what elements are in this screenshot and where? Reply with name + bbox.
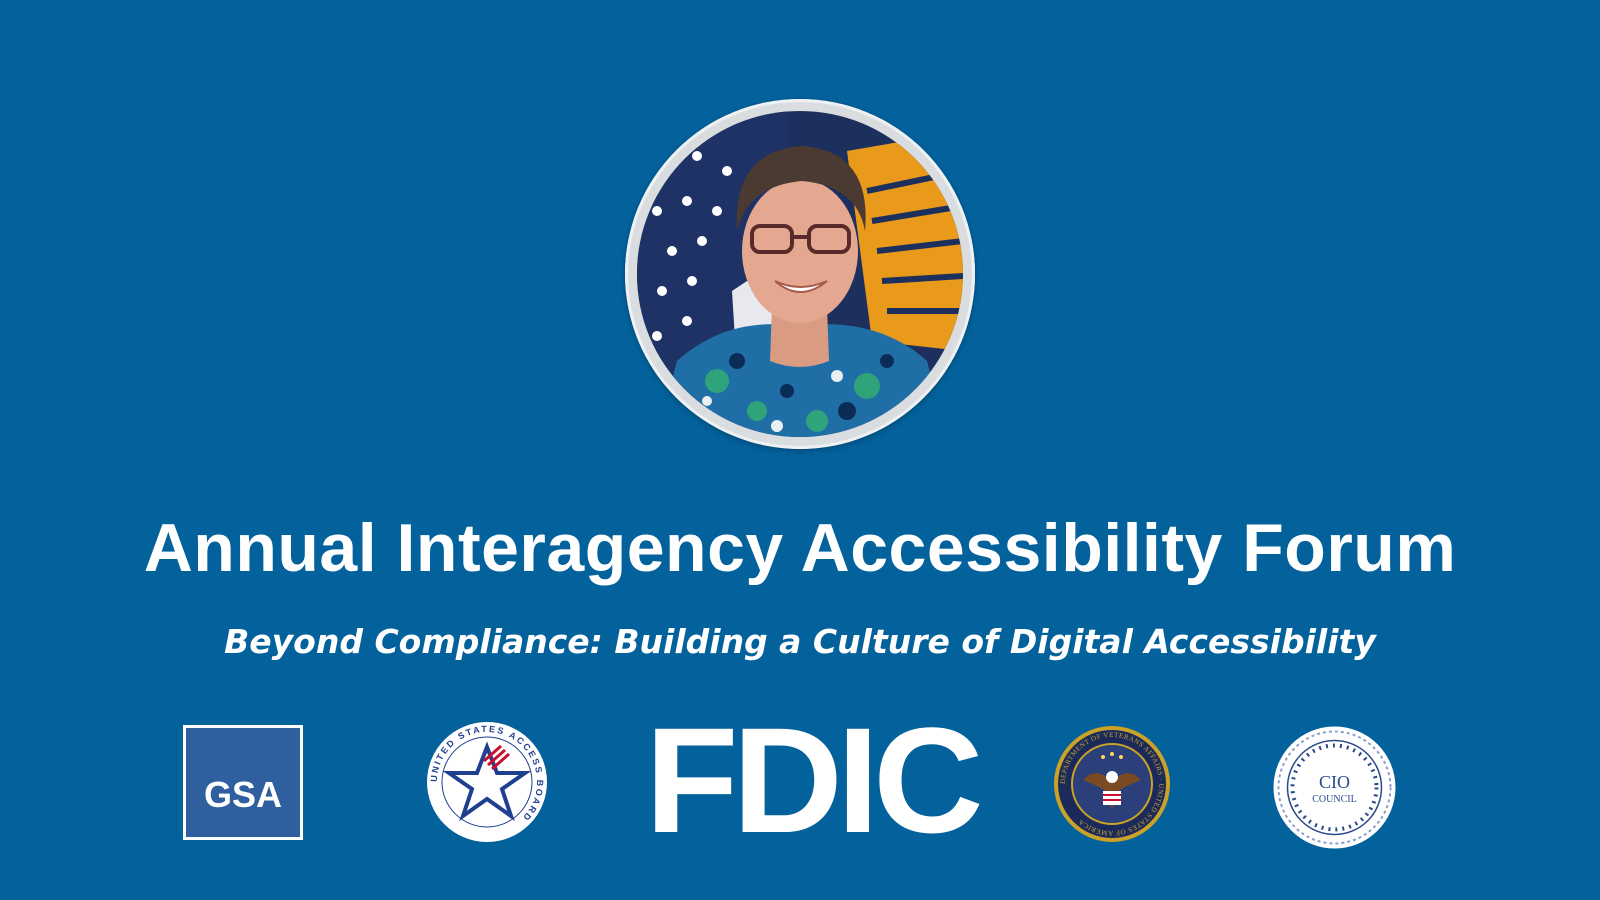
speaker-portrait — [625, 99, 975, 449]
forum-subtitle: Beyond Compliance: Building a Culture of… — [224, 622, 1376, 661]
forum-title: Annual Interagency Accessibility Forum — [143, 510, 1457, 586]
va-seal: DEPARTMENT OF VETERANS AFFAIRS · UNITED … — [1053, 725, 1171, 843]
fdic-logo: FDIC — [645, 696, 984, 864]
cio-line2: COUNCIL — [1312, 794, 1356, 805]
gsa-logo-text: GSA — [204, 774, 282, 815]
speaker-photo — [637, 111, 963, 437]
cio-line1: CIO — [1319, 772, 1350, 792]
access-board-seal: UNITED STATES ACCESS BOARD — [426, 721, 548, 843]
cio-council-seal: CIO COUNCIL — [1272, 725, 1397, 850]
gsa-logo: GSA — [183, 725, 303, 840]
